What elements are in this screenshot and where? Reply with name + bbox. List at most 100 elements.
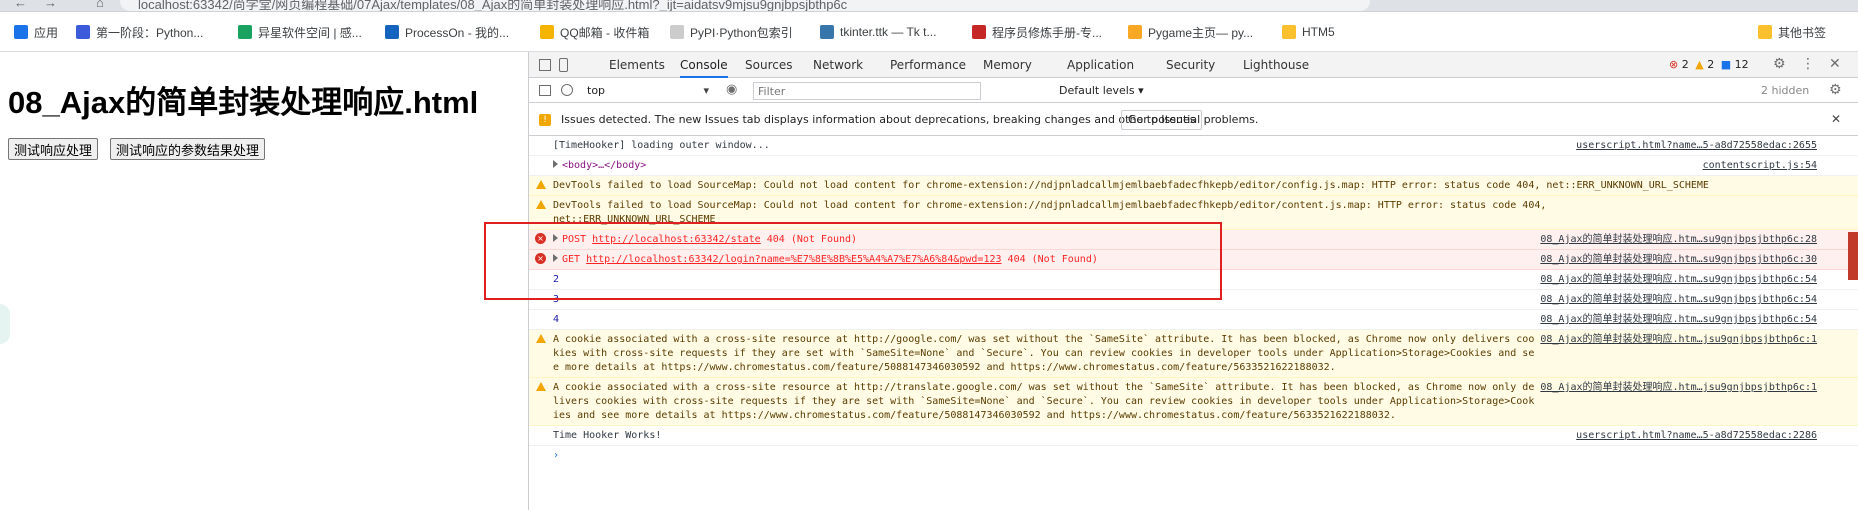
bookmark-label: 程序员修炼手册-专...	[992, 25, 1102, 40]
message-text: DevTools failed to load SourceMap: Could…	[553, 180, 1709, 191]
console-counts[interactable]: ⊗ 2 ▲ 2 ■ 12	[1669, 52, 1749, 78]
bookmark-item[interactable]: HTM5	[1282, 23, 1335, 41]
source-link[interactable]: 08_Ajax的简单封装处理响应.htm…su9gnjbpsjbthp6c:54	[1540, 273, 1817, 287]
console-message: × POST http://localhost:63342/state 404 (…	[529, 230, 1858, 250]
context-select[interactable]: top ▾	[583, 82, 713, 100]
bookmark-item[interactable]: 程序员修炼手册-专...	[972, 23, 1102, 41]
devtools-tabbar: Elements Console Sources Network Performance…	[529, 52, 1858, 78]
window-edge-accent	[1848, 232, 1858, 280]
bookmark-icon	[670, 25, 684, 39]
bookmark-label: ProcessOn - 我的...	[405, 25, 510, 40]
bookmark-item[interactable]: 异星软件空间 | 感...	[238, 23, 362, 41]
console-message: 4 08_Ajax的简单封装处理响应.htm…su9gnjbpsjbthp6c:5…	[529, 310, 1858, 330]
device-toggle-icon[interactable]	[559, 58, 568, 72]
test-params-result-button[interactable]: 测试响应的参数结果处理	[110, 138, 266, 160]
console-toolbar: top ▾ ◉ Default levels ▾ 2 hidden ⚙	[529, 79, 1858, 103]
bookmark-item[interactable]: PyPI·Python包索引	[670, 23, 793, 41]
inspect-icon[interactable]	[539, 59, 551, 71]
bookmark-label: 其他书签	[1778, 25, 1827, 40]
source-link[interactable]: 08_Ajax的简单封装处理响应.htm…su9gnjbpsjbthp6c:28	[1540, 233, 1817, 247]
bookmark-label: Pygame主页— py...	[1148, 25, 1254, 40]
bookmark-icon	[1758, 25, 1772, 39]
bookmark-label: tkinter.ttk — Tk t...	[840, 25, 937, 39]
console-settings-icon[interactable]: ⚙	[1829, 82, 1842, 98]
tab-memory[interactable]: Memory	[983, 52, 1032, 78]
clear-console-icon[interactable]	[561, 84, 573, 96]
close-devtools-icon[interactable]: ✕	[1829, 56, 1841, 72]
source-link[interactable]: 08_Ajax的简单封装处理响应.htm…su9gnjbpsjbthp6c:54	[1540, 313, 1817, 327]
console-message: DevTools failed to load SourceMap: Could…	[529, 176, 1858, 196]
console-message: 2 08_Ajax的简单封装处理响应.htm…su9gnjbpsjbthp6c:5…	[529, 270, 1858, 290]
bookmark-label: 异星软件空间 | 感...	[258, 25, 362, 40]
request-url[interactable]: http://localhost:63342/login?name=%E7%8E…	[586, 254, 1001, 265]
go-to-issues-button[interactable]: Go to Issues	[1121, 110, 1203, 130]
warning-count-icon: ▲	[1695, 58, 1704, 71]
bookmark-item[interactable]: 第一阶段：Python...	[76, 23, 203, 41]
address-bar[interactable]: localhost:63342/尚学堂/网页编程基础/07Ajax/templa…	[120, 0, 1370, 11]
source-link[interactable]: userscript.html?name…5-a8d72558edac:2655	[1576, 139, 1817, 153]
message-text: DevTools failed to load SourceMap: Could…	[553, 200, 1547, 225]
bookmark-item[interactable]: ProcessOn - 我的...	[385, 23, 509, 41]
tab-performance[interactable]: Performance	[890, 52, 966, 78]
page-edge-widget	[0, 304, 10, 344]
more-options-icon[interactable]: ⋮	[1801, 56, 1815, 72]
bookmark-item[interactable]: 其他书签	[1758, 23, 1826, 41]
eye-icon[interactable]: ◉	[726, 82, 737, 97]
request-url[interactable]: http://localhost:63342/state	[592, 234, 761, 245]
tab-console[interactable]: Console	[680, 52, 728, 78]
console-message: DevTools failed to load SourceMap: Could…	[529, 196, 1858, 230]
bookmark-item[interactable]: QQ邮箱 - 收件箱	[540, 23, 649, 41]
source-link[interactable]: contentscript.js:54	[1703, 159, 1817, 173]
devtools-panel: Elements Console Sources Network Performance…	[528, 52, 1858, 510]
error-icon: ×	[535, 253, 546, 264]
page-title: 08_Ajax的简单封装处理响应.html	[8, 85, 479, 120]
source-link[interactable]: 08_Ajax的简单封装处理响应.htm…su9gnjbpsjbthp6c:54	[1540, 293, 1817, 307]
sidebar-toggle-icon[interactable]	[539, 85, 551, 96]
dom-node[interactable]: <body>…</body>	[562, 160, 646, 171]
bookmark-item[interactable]: 应用	[14, 23, 58, 41]
tab-lighthouse[interactable]: Lighthouse	[1243, 52, 1309, 78]
request-status: 404 (Not Found)	[1007, 254, 1098, 265]
bookmark-label: PyPI·Python包索引	[690, 25, 793, 40]
url-text: localhost:63342/尚学堂/网页编程基础/07Ajax/templa…	[138, 0, 848, 12]
tab-application[interactable]: Application	[1067, 52, 1134, 78]
bookmark-icon	[385, 25, 399, 39]
tab-security[interactable]: Security	[1166, 52, 1215, 78]
settings-gear-icon[interactable]: ⚙	[1773, 56, 1786, 72]
bookmark-label: QQ邮箱 - 收件箱	[560, 25, 650, 40]
source-link[interactable]: 08_Ajax的简单封装处理响应.htm…su9gnjbpsjbthp6c:30	[1540, 253, 1817, 267]
bookmark-icon	[820, 25, 834, 39]
home-button[interactable]: ⌂	[96, 0, 104, 10]
console-message: <body>…</body> contentscript.js:54	[529, 156, 1858, 176]
context-value: top	[587, 84, 606, 97]
browser-toolbar: ← → ⌂ localhost:63342/尚学堂/网页编程基础/07Ajax/…	[0, 0, 1858, 12]
tab-sources[interactable]: Sources	[745, 52, 792, 78]
bookmarks-bar: 应用 第一阶段：Python... 异星软件空间 | 感... ProcessOn -…	[0, 13, 1858, 52]
test-response-button[interactable]: 测试响应处理	[8, 138, 99, 160]
console-messages: [TimeHooker] loading outer window... user…	[529, 136, 1858, 465]
source-link[interactable]: 08_Ajax的简单封装处理响应.htm…jsu9gnjbpsjbthp6c:1	[1540, 333, 1817, 347]
bookmark-label: 第一阶段：Python...	[96, 25, 204, 40]
filter-input[interactable]	[753, 82, 981, 100]
request-method: POST	[562, 234, 587, 245]
forward-button[interactable]: →	[44, 0, 57, 10]
tab-elements[interactable]: Elements	[609, 52, 665, 78]
bookmark-item[interactable]: Pygame主页— py...	[1128, 23, 1253, 41]
bookmark-item[interactable]: tkinter.ttk — Tk t...	[820, 23, 936, 41]
source-link[interactable]: userscript.html?name…5-a8d72558edac:2286	[1576, 429, 1817, 443]
request-method: GET	[562, 254, 581, 265]
tab-network[interactable]: Network	[813, 52, 863, 78]
warning-icon	[536, 382, 546, 391]
request-status: 404 (Not Found)	[766, 234, 858, 245]
expand-triangle-icon[interactable]	[553, 254, 558, 262]
chevron-down-icon: ▾	[703, 84, 709, 97]
expand-triangle-icon[interactable]	[553, 160, 558, 168]
console-prompt[interactable]: ›	[529, 446, 1858, 465]
back-button[interactable]: ←	[14, 0, 27, 10]
hidden-count: 2 hidden	[1761, 84, 1810, 97]
expand-triangle-icon[interactable]	[553, 234, 558, 242]
error-icon: ×	[535, 233, 546, 244]
log-levels-dropdown[interactable]: Default levels ▾	[1059, 79, 1144, 103]
close-issues-icon[interactable]: ✕	[1831, 112, 1841, 126]
source-link[interactable]: 08_Ajax的简单封装处理响应.htm…jsu9gnjbpsjbthp6c:1	[1540, 381, 1817, 395]
